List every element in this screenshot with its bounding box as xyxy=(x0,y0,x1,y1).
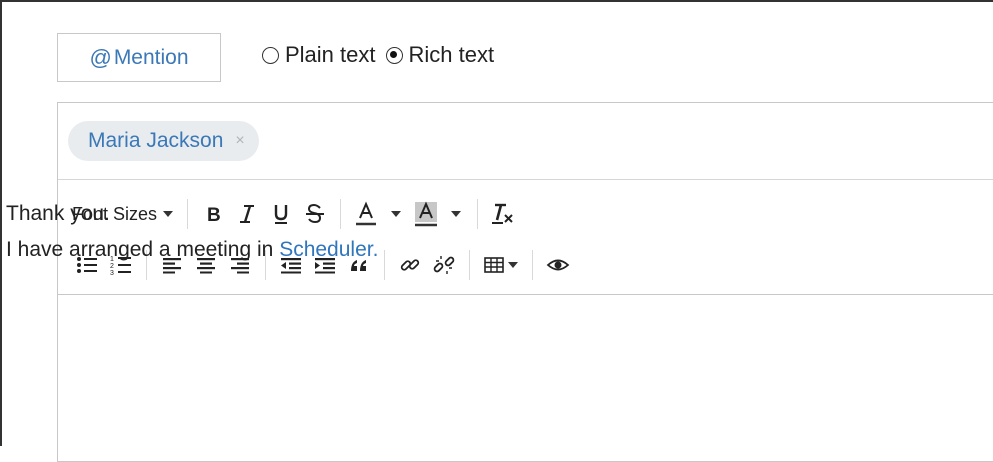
remove-recipient-icon[interactable]: × xyxy=(235,132,244,150)
table-dropdown[interactable] xyxy=(478,249,524,281)
preview-button[interactable] xyxy=(541,249,575,281)
toolbar-separator xyxy=(532,250,533,280)
recipient-chip[interactable]: Maria Jackson × xyxy=(68,121,259,161)
link-icon xyxy=(400,259,420,271)
toolbar-separator xyxy=(477,199,479,229)
mention-button[interactable]: @ Mention xyxy=(57,33,221,82)
scheduler-link[interactable]: Scheduler xyxy=(279,238,372,261)
chevron-down-icon xyxy=(391,211,402,217)
rich-text-option[interactable]: Rich text xyxy=(385,42,495,68)
rich-text-label: Rich text xyxy=(408,42,495,67)
body-line-1: Thank you. xyxy=(6,202,110,225)
recipient-area[interactable]: Maria Jackson × xyxy=(58,103,993,180)
plain-text-option[interactable]: Plain text xyxy=(262,42,376,68)
unlink-icon xyxy=(433,256,455,274)
recipient-name: Maria Jackson xyxy=(88,129,224,152)
remove-link-button[interactable] xyxy=(427,249,461,281)
mention-label: Mention xyxy=(113,45,189,69)
background-color-icon xyxy=(415,201,438,227)
eye-icon xyxy=(546,259,570,271)
rich-text-radio[interactable] xyxy=(385,46,403,64)
body-line-2-text: I have arranged a meeting in xyxy=(6,238,280,261)
body-line-2: I have arranged a meeting in Scheduler. xyxy=(6,232,378,268)
editor: Maria Jackson × Font Sizes B 1 2 3 xyxy=(57,102,993,462)
table-icon xyxy=(484,257,504,273)
background-color-dropdown[interactable] xyxy=(443,198,469,230)
body-line-2-period: . xyxy=(372,238,379,261)
toolbar-separator xyxy=(469,250,470,280)
background-color-button[interactable] xyxy=(409,198,443,230)
at-symbol: @ xyxy=(89,44,112,70)
svg-text:3: 3 xyxy=(110,270,114,276)
insert-link-button[interactable] xyxy=(393,249,427,281)
message-body[interactable]: Thank you. I have arranged a meeting in … xyxy=(6,196,378,268)
plain-text-radio[interactable] xyxy=(262,46,279,64)
plain-text-label: Plain text xyxy=(285,42,376,67)
toolbar-separator xyxy=(384,250,385,280)
chevron-down-icon xyxy=(508,262,518,268)
text-color-dropdown[interactable] xyxy=(383,198,409,230)
clear-formatting-icon xyxy=(492,203,513,224)
clear-formatting-button[interactable] xyxy=(486,198,520,230)
format-options: Plain text Rich text xyxy=(262,40,504,70)
chevron-down-icon xyxy=(451,211,462,217)
